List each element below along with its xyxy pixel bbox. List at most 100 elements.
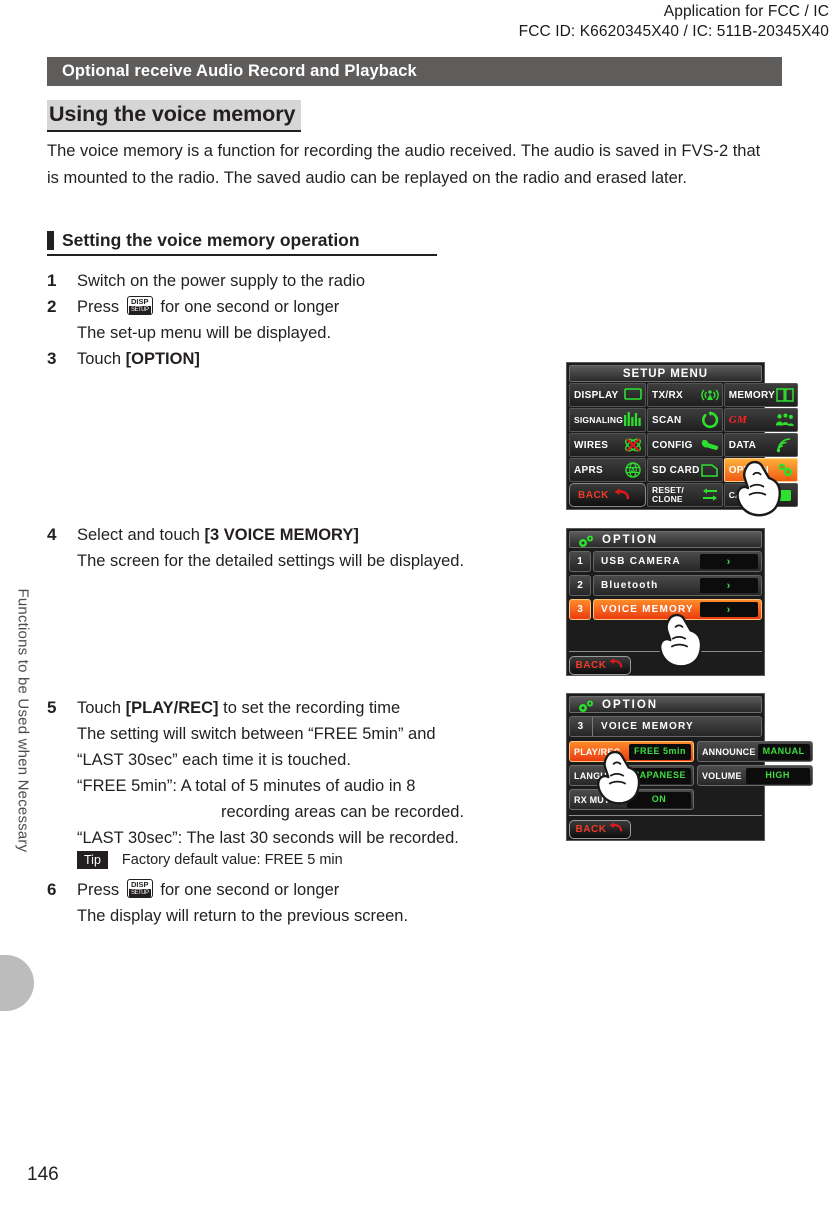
step-5-subtext-5: “LAST 30sec”: The last 30 seconds will b… (77, 829, 459, 847)
step-3-text: Touch [OPTION] (77, 346, 200, 372)
menu-cell-memory-label: MEMORY (728, 389, 776, 401)
option-row-3-number: 3 (569, 599, 591, 620)
page-number: 146 (27, 1164, 59, 1185)
menu-cell-memory[interactable]: MEMORY (723, 383, 799, 407)
menu-cell-txrx[interactable]: TX/RX (647, 383, 723, 407)
step-3-prefix: Touch (77, 350, 122, 368)
tip-badge: Tip (77, 851, 108, 869)
disp-key-top-label: DISP (131, 297, 149, 306)
menu-cell-callsign-label: CALLSIGN (728, 490, 774, 500)
voice-memory-back-button[interactable]: BACK (569, 820, 631, 839)
subsection-heading-label: Setting the voice memory operation (62, 230, 360, 250)
option-row-1-arrow-icon[interactable]: › (700, 554, 758, 569)
wires-icon (623, 435, 643, 455)
step-2-subtext: The set-up menu will be displayed. (77, 324, 332, 342)
step-6-suffix: for one second or longer (160, 881, 340, 899)
option-row-voice-memory[interactable]: 3 VOICE MEMORY › (569, 599, 762, 620)
lcd-setup-menu: SETUP MENU DISPLAY TX/RX MEMORY SIGNALIN… (566, 362, 799, 517)
step-5-suffix: to set the recording time (223, 699, 401, 717)
step-4-bold: [3 VOICE MEMORY] (204, 526, 359, 544)
option-back-button[interactable]: BACK (569, 656, 631, 675)
group-icon (775, 410, 795, 430)
fcc-header: Application for FCC / IC FCC ID: K662034… (519, 2, 829, 42)
spacer-step4 (47, 574, 547, 695)
step-3: 3 Touch [OPTION] (47, 346, 547, 372)
tile-volume[interactable]: VOLUME HIGH (696, 765, 813, 786)
menu-cell-data[interactable]: DATA (723, 433, 799, 457)
tile-language-label: LANGUAGE (574, 770, 628, 781)
menu-cell-back-label: BACK (578, 489, 609, 501)
antenna-icon (700, 385, 720, 405)
menu-cell-option[interactable]: OPTION (723, 458, 799, 482)
lcd-setup-menu-inner: SETUP MENU DISPLAY TX/RX MEMORY SIGNALIN… (567, 363, 799, 509)
tile-empty-slot (697, 789, 813, 810)
folder-icon (700, 460, 720, 480)
tile-volume-value: HIGH (745, 767, 810, 784)
tile-volume-label: VOLUME (701, 770, 742, 781)
lcd-option-list: OPTION 1 USB CAMERA › 2 Bluetooth › 3 VO… (566, 528, 765, 676)
step-1: 1 Switch on the power supply to the radi… (47, 268, 547, 294)
menu-cell-scan[interactable]: SCAN (647, 408, 723, 432)
step-2-text: Press DISP SETUP for one second or longe… (77, 294, 339, 320)
tile-announce[interactable]: ANNOUNCE MANUAL (696, 741, 813, 762)
monitor-icon (623, 385, 643, 405)
setup-menu-grid: DISPLAY TX/RX MEMORY SIGNALING SCAN GM W… (569, 383, 799, 507)
spacer-tip (47, 869, 547, 877)
menu-cell-sdcard[interactable]: SD CARD (647, 458, 723, 482)
menu-cell-aprs[interactable]: APRS A (569, 458, 647, 482)
chapter-tab (0, 955, 34, 1011)
step-5-number: 5 (47, 698, 57, 717)
fcc-line-1: Application for FCC / IC (663, 3, 829, 20)
tile-play-rec[interactable]: PLAY/REC FREE 5min (569, 741, 694, 762)
option-row-usb-camera[interactable]: 1 USB CAMERA › (569, 551, 762, 572)
option-row-3-label-wrap: VOICE MEMORY › (593, 599, 762, 620)
voice-memory-header-row: 3 VOICE MEMORY (569, 716, 762, 737)
menu-cell-wires[interactable]: WIRES (569, 433, 647, 457)
section-bar: Optional receive Audio Record and Playba… (47, 57, 782, 86)
disp-key-top-label-2: DISP (131, 880, 149, 889)
lcd-voice-memory-inner: OPTION 3 VOICE MEMORY PLAY/REC FREE 5min (567, 694, 813, 841)
steps-list: 1 Switch on the power supply to the radi… (47, 268, 547, 929)
fcc-line-2: FCC ID: K6620345X40 / IC: 511B-20345X40 (518, 23, 829, 40)
bars-icon (623, 410, 643, 430)
menu-cell-sdcard-label: SD CARD (652, 464, 700, 476)
svg-text:A: A (630, 468, 635, 475)
voice-memory-header-label: VOICE MEMORY (601, 721, 694, 732)
back-arrow-icon-option (609, 657, 624, 675)
step-2: 2 Press DISP SETUP for one second or lon… (47, 294, 547, 320)
refresh-icon (700, 410, 720, 430)
menu-cell-signaling[interactable]: SIGNALING (569, 408, 647, 432)
tile-announce-label: ANNOUNCE (701, 746, 756, 757)
menu-cell-display[interactable]: DISPLAY (569, 383, 647, 407)
option-row-2-arrow-icon[interactable]: › (700, 578, 758, 593)
menu-cell-gm[interactable]: GM (723, 408, 799, 432)
menu-cell-aprs-label: APRS (574, 464, 603, 476)
menu-cell-config[interactable]: CONFIG (647, 433, 723, 457)
tile-language[interactable]: LANGUAGE JAPANESE (569, 765, 694, 786)
lcd-option-list-inner: OPTION 1 USB CAMERA › 2 Bluetooth › 3 VO… (567, 529, 764, 677)
tile-rx-mute[interactable]: RX MUTE ON (569, 789, 694, 810)
step-6-subtext: The display will return to the previous … (77, 907, 409, 925)
chapter-tab-label: Functions to be Used when Necessary (14, 588, 32, 853)
option-row-bluetooth[interactable]: 2 Bluetooth › (569, 575, 762, 596)
lcd-voice-title: OPTION (569, 696, 762, 713)
menu-cell-back[interactable]: BACK (569, 483, 647, 507)
step-5-subtext-3: “FREE 5min”: A total of 5 minutes of aud… (77, 777, 416, 795)
menu-cell-display-label: DISPLAY (574, 389, 619, 401)
step-2-number: 2 (47, 297, 57, 316)
menu-cell-callsign[interactable]: CALLSIGN (723, 483, 799, 507)
menu-cell-data-label: DATA (728, 439, 757, 451)
step-4-number: 4 (47, 525, 57, 544)
step-4-text: Select and touch [3 VOICE MEMORY] (77, 522, 359, 548)
option-row-1-label-wrap: USB CAMERA › (593, 551, 762, 572)
disp-setup-key-icon-2: DISP SETUP (126, 879, 153, 898)
voice-memory-header-number: 3 (570, 717, 593, 736)
globe-icon: A (623, 460, 643, 480)
menu-cell-reset-clone-label: RESET/ CLONE (652, 484, 684, 504)
menu-cell-reset-clone[interactable]: RESET/ CLONE (647, 483, 723, 507)
gears-icon (775, 460, 795, 480)
step-6-text: Press DISP SETUP for one second or longe… (77, 877, 339, 903)
option-list-separator (569, 651, 762, 652)
option-row-1-label: USB CAMERA (601, 556, 681, 567)
option-row-3-arrow-icon[interactable]: › (700, 602, 758, 617)
